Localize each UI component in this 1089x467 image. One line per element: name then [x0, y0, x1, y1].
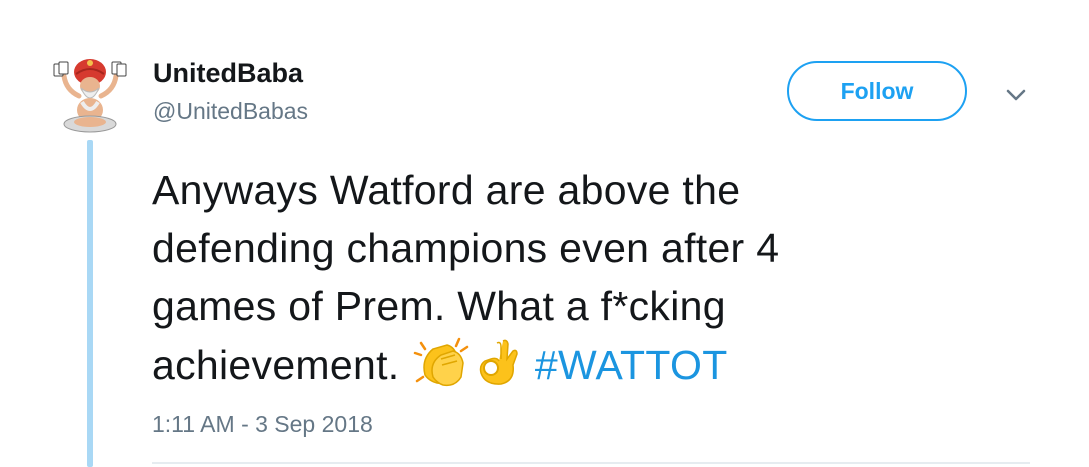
- avatar[interactable]: [46, 50, 134, 138]
- tweet-timestamp[interactable]: 1:11 AM - 3 Sep 2018: [152, 411, 373, 438]
- divider: [152, 462, 1030, 464]
- tweet-text-line: achievement.: [152, 342, 400, 388]
- tweet-text: Anyways Watford are above the defending …: [152, 161, 1052, 394]
- tweet-text-last-line: achievement. #WATTOT: [152, 335, 1052, 394]
- user-handle[interactable]: @UnitedBabas: [153, 98, 308, 125]
- tweet-text-line: games of Prem. What a f*cking: [152, 283, 726, 329]
- chevron-down-icon[interactable]: [1001, 82, 1031, 108]
- display-name[interactable]: UnitedBaba: [153, 58, 303, 89]
- ok-hand-icon: [479, 339, 518, 385]
- conversation-thread-line: [87, 140, 93, 467]
- tweet-text-line: Anyways Watford are above the: [152, 167, 741, 213]
- hashtag-link[interactable]: #WATTOT: [535, 342, 728, 388]
- clapping-hands-icon: [413, 337, 469, 387]
- follow-button[interactable]: Follow: [787, 61, 967, 121]
- tweet-text-line: defending champions even after 4: [152, 225, 780, 271]
